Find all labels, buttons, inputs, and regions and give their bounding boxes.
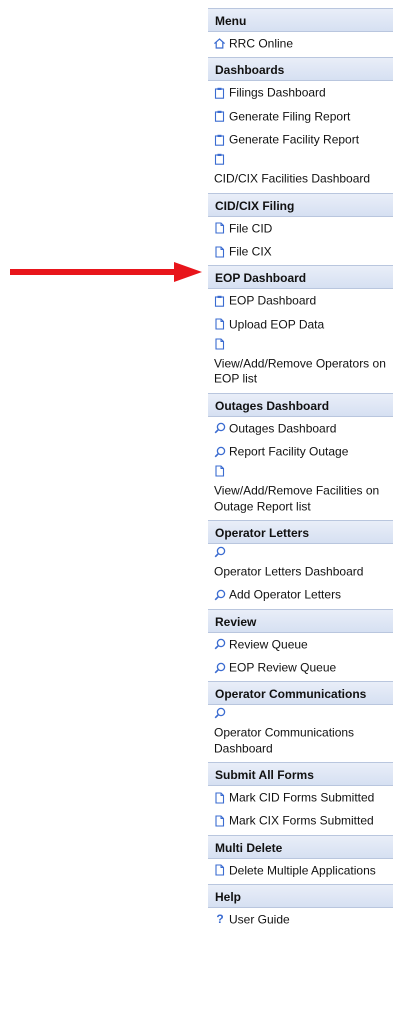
menu-item-label: EOP Dashboard bbox=[229, 293, 317, 308]
menu-item-upload-eop-data[interactable]: Upload EOP Data bbox=[208, 313, 393, 336]
menu-item-review-queue[interactable]: Review Queue bbox=[208, 633, 393, 656]
menu-item-label: View/Add/Remove Facilities on Outage Rep… bbox=[214, 483, 380, 513]
section-header-help: Help bbox=[208, 883, 393, 908]
menu-item-eop-dashboard[interactable]: EOP Dashboard bbox=[208, 289, 393, 312]
menu-item-view-add-remove-facilities-on-outage-report-list[interactable]: View/Add/Remove Facilities on Outage Rep… bbox=[208, 463, 393, 518]
menu-item-mark-cix-forms-submitted[interactable]: Mark CIX Forms Submitted bbox=[208, 809, 393, 832]
home-icon bbox=[214, 38, 226, 49]
menu-item-label: RRC Online bbox=[229, 36, 294, 51]
search-icon bbox=[214, 589, 226, 601]
menu-item-label: EOP Review Queue bbox=[229, 660, 337, 675]
menu-item-operator-letters-dashboard[interactable]: Operator Letters Dashboard bbox=[208, 544, 393, 583]
section-header-operator-communications: Operator Communications bbox=[208, 681, 393, 706]
clipboard-icon bbox=[214, 134, 226, 146]
menu-item-file-cid[interactable]: File CID bbox=[208, 217, 393, 240]
document-icon bbox=[214, 815, 226, 827]
menu-item-label: File CID bbox=[229, 220, 273, 235]
menu-item-label: Operator Communications Dashboard bbox=[214, 725, 355, 755]
menu-item-label: Mark CID Forms Submitted bbox=[229, 790, 375, 805]
clipboard-icon bbox=[214, 295, 226, 307]
menu-item-label: Add Operator Letters bbox=[229, 587, 342, 602]
menu-item-mark-cid-forms-submitted[interactable]: Mark CID Forms Submitted bbox=[208, 786, 393, 809]
search-icon bbox=[214, 546, 226, 562]
help-icon: ? bbox=[216, 912, 224, 927]
menu-item-label: Outages Dashboard bbox=[229, 420, 337, 435]
document-icon bbox=[214, 246, 226, 258]
clipboard-icon bbox=[214, 87, 226, 99]
section-header-menu: Menu bbox=[208, 8, 393, 32]
menu-item-label: Review Queue bbox=[229, 636, 308, 651]
menu-item-filings-dashboard[interactable]: Filings Dashboard bbox=[208, 81, 393, 104]
clipboard-icon bbox=[214, 153, 226, 169]
section-header-dashboards: Dashboards bbox=[208, 57, 393, 82]
section-header-eop-dashboard: EOP Dashboard bbox=[208, 265, 393, 290]
document-icon bbox=[214, 222, 226, 235]
menu-item-label: Mark CIX Forms Submitted bbox=[229, 813, 374, 828]
search-icon bbox=[214, 707, 226, 723]
document-icon bbox=[214, 338, 226, 354]
section-header-cid-cix-filing: CID/CIX Filing bbox=[208, 192, 393, 217]
menu-item-label: Generate Filing Report bbox=[229, 108, 351, 123]
clipboard-icon bbox=[214, 110, 226, 123]
menu-item-view-add-remove-operators-on-eop-list[interactable]: View/Add/Remove Operators on EOP list bbox=[208, 336, 393, 391]
menu-item-generate-filing-report[interactable]: Generate Filing Report bbox=[208, 105, 393, 128]
menu-item-user-guide[interactable]: ? User Guide bbox=[208, 908, 393, 931]
menu-item-eop-review-queue[interactable]: EOP Review Queue bbox=[208, 656, 393, 679]
menu-item-outages-dashboard[interactable]: Outages Dashboard bbox=[208, 417, 393, 440]
search-icon bbox=[214, 422, 226, 434]
search-icon bbox=[214, 662, 226, 674]
menu-item-operator-communications-dashboard[interactable]: Operator Communications Dashboard bbox=[208, 705, 393, 760]
search-icon bbox=[214, 638, 226, 650]
menu-item-label: Report Facility Outage bbox=[229, 444, 349, 459]
menu-item-cid-cix-facilities-dashboard[interactable]: CID/CIX Facilities Dashboard bbox=[208, 151, 393, 190]
menu-item-label: Operator Letters Dashboard bbox=[214, 564, 364, 579]
menu-item-delete-multiple-applications[interactable]: Delete Multiple Applications bbox=[208, 859, 393, 882]
menu-item-label: Delete Multiple Applications bbox=[229, 862, 376, 877]
section-header-outages-dashboard: Outages Dashboard bbox=[208, 392, 393, 417]
menu-item-rrc-online[interactable]: RRC Online bbox=[208, 32, 393, 55]
red-arrow-pointer bbox=[10, 262, 202, 282]
menu-item-report-facility-outage[interactable]: Report Facility Outage bbox=[208, 440, 393, 463]
section-header-operator-letters: Operator Letters bbox=[208, 519, 393, 544]
menu-item-label: Filings Dashboard bbox=[229, 85, 326, 100]
section-header-submit-all-forms: Submit All Forms bbox=[208, 761, 393, 786]
search-icon bbox=[214, 446, 226, 458]
document-icon bbox=[214, 792, 226, 804]
menu-item-label: User Guide bbox=[229, 912, 290, 927]
menu-item-label: View/Add/Remove Operators on EOP list bbox=[214, 356, 386, 386]
section-header-multi-delete: Multi Delete bbox=[208, 834, 393, 859]
menu-item-file-cix[interactable]: File CIX bbox=[208, 240, 393, 263]
menu-item-label: CID/CIX Facilities Dashboard bbox=[214, 171, 371, 186]
menu-item-label: File CIX bbox=[229, 244, 272, 259]
sidebar-menu: Menu RRC Online Dashboards Filings Dashboar… bbox=[208, 6, 393, 931]
document-icon bbox=[214, 465, 226, 481]
section-header-review: Review bbox=[208, 608, 393, 633]
document-icon bbox=[214, 318, 226, 331]
document-icon bbox=[214, 864, 226, 876]
menu-item-label: Generate Facility Report bbox=[229, 132, 360, 147]
menu-item-add-operator-letters[interactable]: Add Operator Letters bbox=[208, 583, 393, 606]
menu-item-label: Upload EOP Data bbox=[229, 316, 325, 331]
menu-item-generate-facility-report[interactable]: Generate Facility Report bbox=[208, 128, 393, 151]
